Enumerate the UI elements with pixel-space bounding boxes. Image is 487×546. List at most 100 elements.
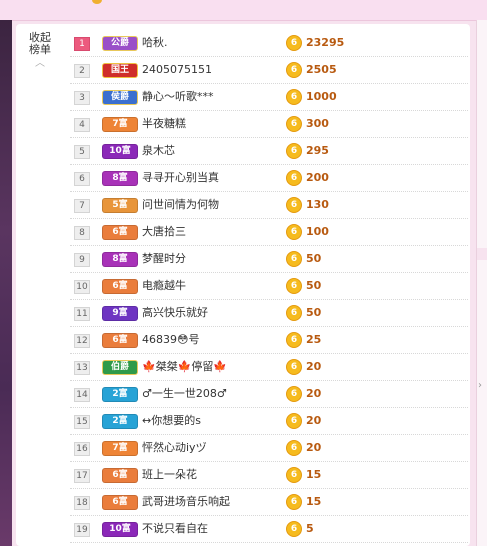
user-name[interactable]: 寻寻开心别当真	[142, 171, 219, 185]
coin-icon: 6	[286, 440, 302, 456]
user-name[interactable]: 问世间情为何物	[142, 198, 219, 212]
list-item[interactable]: 14 2富 ♂一生一世208♂ 6 20	[70, 381, 468, 408]
chevron-up-icon: ︿	[35, 58, 45, 69]
coin-icon: 6	[286, 494, 302, 510]
right-side-panel: ›	[476, 20, 487, 546]
list-item[interactable]: 3 侯爵 静心～听歌*** 6 1000	[70, 84, 468, 111]
user-name[interactable]: 梦醒时分	[142, 252, 186, 266]
list-item[interactable]: 10 6富 电瘾越牛 6 50	[70, 273, 468, 300]
level-badge: 10富	[102, 522, 138, 537]
contribution-amount: 20	[306, 360, 322, 373]
rank-number: 2	[74, 64, 90, 78]
background-art	[0, 20, 12, 546]
list-item[interactable]: 7 5富 问世间情为何物 6 130	[70, 192, 468, 219]
rank-number: 14	[74, 388, 90, 402]
list-item[interactable]: 9 8富 梦醒时分 6 50	[70, 246, 468, 273]
coin-icon: 6	[286, 170, 302, 186]
list-item[interactable]: 4 7富 半夜糖糕 6 300	[70, 111, 468, 138]
rank-number: 13	[74, 361, 90, 375]
rank-number: 16	[74, 442, 90, 456]
rank-number: 10	[74, 280, 90, 294]
user-name[interactable]: 不说只看自在	[142, 522, 208, 536]
coin-icon: 6	[286, 413, 302, 429]
user-name[interactable]: 泉木芯	[142, 144, 175, 158]
rank-number: 5	[74, 145, 90, 159]
top-bar	[0, 0, 487, 21]
user-name[interactable]: 哈秋.	[142, 36, 168, 50]
list-item[interactable]: 5 10富 泉木芯 6 295	[70, 138, 468, 165]
level-badge: 6富	[102, 468, 138, 483]
coin-icon: 6	[286, 521, 302, 537]
user-name[interactable]: 武哥进场音乐响起	[142, 495, 230, 509]
level-badge: 6富	[102, 495, 138, 510]
user-name[interactable]: 半夜糖糕	[142, 117, 186, 131]
collapse-board-button[interactable]: 收起 榜单 ︿	[26, 32, 54, 70]
user-name[interactable]: 高兴快乐就好	[142, 306, 208, 320]
level-badge: 10富	[102, 144, 138, 159]
rank-number: 12	[74, 334, 90, 348]
coin-icon: 6	[286, 332, 302, 348]
user-name[interactable]: 🍁桀桀🍁停留🍁	[142, 360, 227, 374]
contribution-amount: 2505	[306, 63, 337, 76]
coin-icon: 6	[286, 251, 302, 267]
user-name[interactable]: 静心～听歌***	[142, 90, 214, 104]
coin-icon: 6	[286, 197, 302, 213]
user-name[interactable]: 班上一朵花	[142, 468, 197, 482]
contribution-amount: 20	[306, 387, 322, 400]
level-badge: 国王	[102, 63, 138, 78]
list-item[interactable]: 2 国王 2405075151 6 2505	[70, 57, 468, 84]
user-name[interactable]: ♂一生一世208♂	[142, 387, 227, 401]
rank-number: 11	[74, 307, 90, 321]
level-badge: 6富	[102, 279, 138, 294]
list-item[interactable]: 18 6富 武哥进场音乐响起 6 15	[70, 489, 468, 516]
contribution-amount: 15	[306, 468, 322, 481]
level-badge: 2富	[102, 414, 138, 429]
level-badge: 9富	[102, 306, 138, 321]
list-item[interactable]: 12 6富 46839😳号 6 25	[70, 327, 468, 354]
level-badge: 7富	[102, 117, 138, 132]
panel-divider	[477, 248, 487, 260]
contribution-amount: 50	[306, 306, 322, 319]
top-decoration	[92, 0, 102, 4]
contribution-amount: 130	[306, 198, 329, 211]
level-badge: 8富	[102, 252, 138, 267]
rank-number: 4	[74, 118, 90, 132]
contribution-amount: 295	[306, 144, 329, 157]
rank-number: 9	[74, 253, 90, 267]
level-badge: 公爵	[102, 36, 138, 51]
user-name[interactable]: ↔你想要的s	[142, 414, 201, 428]
coin-icon: 6	[286, 35, 302, 51]
rank-number: 7	[74, 199, 90, 213]
list-item[interactable]: 19 10富 不说只看自在 6 5	[70, 516, 468, 543]
rank-number: 1	[74, 37, 90, 51]
contribution-amount: 5	[306, 522, 314, 535]
list-item[interactable]: 16 7富 怦然心动iyヅ 6 20	[70, 435, 468, 462]
list-item[interactable]: 17 6富 班上一朵花 6 15	[70, 462, 468, 489]
rank-number: 19	[74, 523, 90, 537]
level-badge: 侯爵	[102, 90, 138, 105]
list-item[interactable]: 15 2富 ↔你想要的s 6 20	[70, 408, 468, 435]
list-item[interactable]: 11 9富 高兴快乐就好 6 50	[70, 300, 468, 327]
coin-icon: 6	[286, 143, 302, 159]
coin-icon: 6	[286, 386, 302, 402]
coin-icon: 6	[286, 116, 302, 132]
rank-number: 15	[74, 415, 90, 429]
list-item[interactable]: 13 伯爵 🍁桀桀🍁停留🍁 6 20	[70, 354, 468, 381]
user-name[interactable]: 2405075151	[142, 63, 212, 77]
list-item[interactable]: 6 8富 寻寻开心别当真 6 200	[70, 165, 468, 192]
user-name[interactable]: 怦然心动iyヅ	[142, 441, 207, 455]
list-item[interactable]: 8 6富 大唐拾三 6 100	[70, 219, 468, 246]
contribution-amount: 25	[306, 333, 322, 346]
user-name[interactable]: 46839😳号	[142, 333, 199, 347]
level-badge: 5富	[102, 198, 138, 213]
coin-icon: 6	[286, 305, 302, 321]
coin-icon: 6	[286, 224, 302, 240]
coin-icon: 6	[286, 359, 302, 375]
chevron-right-icon[interactable]: ›	[478, 380, 482, 391]
list-item[interactable]: 1 公爵 哈秋. 6 23295	[70, 30, 468, 57]
rank-number: 17	[74, 469, 90, 483]
user-name[interactable]: 电瘾越牛	[142, 279, 186, 293]
ranking-board: 收起 榜单 ︿ 1 公爵 哈秋. 6 23295 2 国王 2405075151 6 2505 3 侯…	[16, 24, 470, 546]
user-name[interactable]: 大唐拾三	[142, 225, 186, 239]
contribution-amount: 100	[306, 225, 329, 238]
